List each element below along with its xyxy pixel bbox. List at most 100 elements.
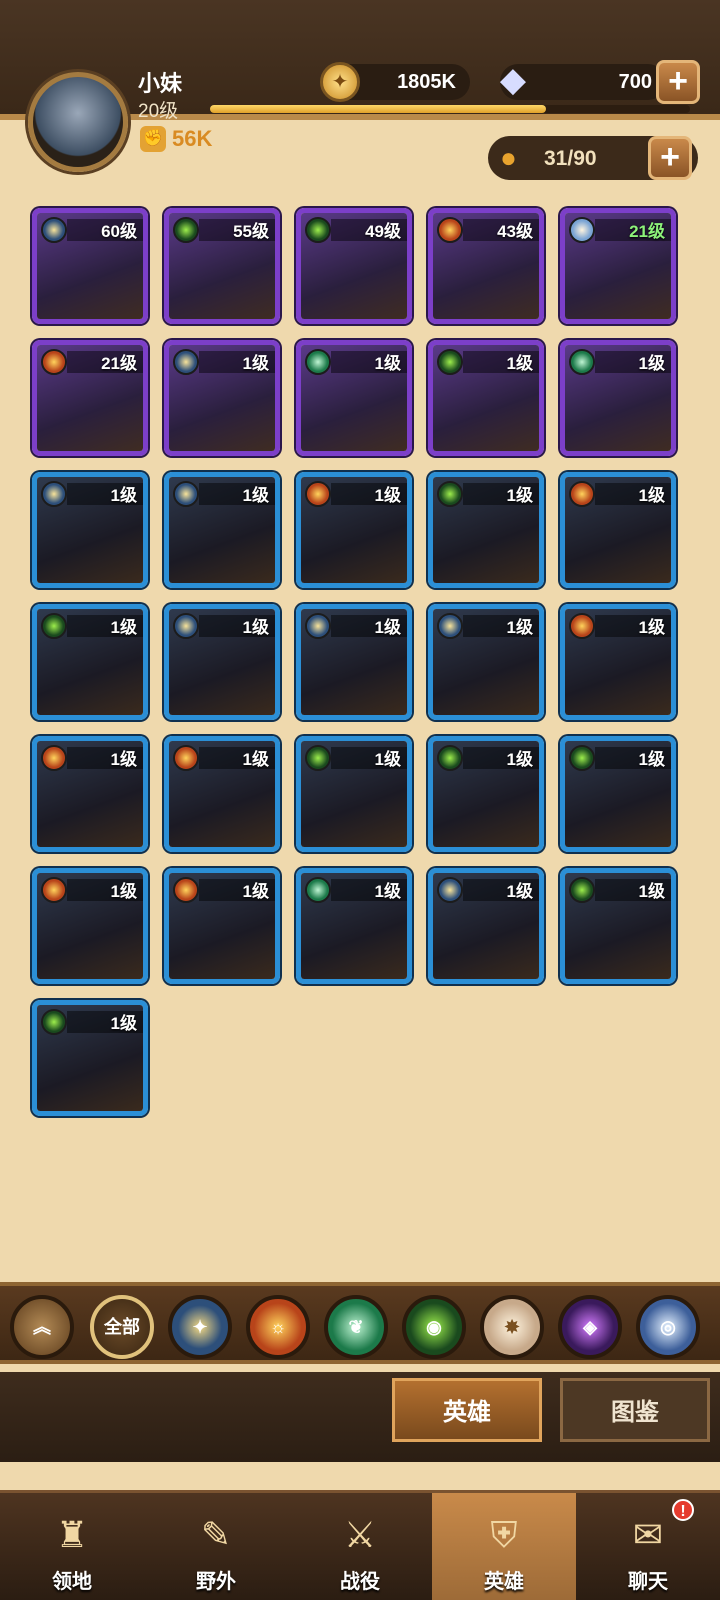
nav-heroes[interactable]: ⛨ 英雄 (432, 1493, 576, 1600)
hero-level: 21级 (101, 354, 137, 373)
hero-level: 1级 (110, 486, 137, 505)
nature-faction-icon[interactable]: ❦ (324, 1295, 388, 1359)
hero-level: 1级 (110, 618, 137, 637)
hero-level: 1级 (506, 486, 533, 505)
hero-card[interactable]: 1级 (32, 1000, 148, 1116)
hero-card[interactable]: 49级 (296, 208, 412, 324)
hero-level: 1级 (242, 618, 269, 637)
hero-card[interactable]: 1级 (428, 604, 544, 720)
dark-faction-icon[interactable]: ◈ (558, 1295, 622, 1359)
castle-icon: ♜ (55, 1514, 89, 1555)
hero-level: 1级 (374, 618, 401, 637)
hero-level: 55级 (233, 222, 269, 241)
forest-faction-icon (41, 613, 67, 639)
forest-faction-icon (41, 1009, 67, 1035)
hero-level: 1级 (638, 486, 665, 505)
hero-card[interactable]: 1级 (164, 340, 280, 456)
hero-card[interactable]: 1级 (296, 340, 412, 456)
helmet-icon: ⛨ (490, 1514, 518, 1555)
fist-icon: ✊ (140, 126, 166, 152)
filter-all-label: 全部 (104, 1317, 140, 1337)
hero-level: 21级 (629, 222, 665, 241)
hero-card[interactable]: 60级 (32, 208, 148, 324)
hero-card[interactable]: 1级 (164, 604, 280, 720)
power-display: ✊ 56K (140, 126, 212, 152)
hero-level: 43级 (497, 222, 533, 241)
hero-card[interactable]: 55级 (164, 208, 280, 324)
xp-bar (210, 105, 690, 113)
light-faction-icon (41, 481, 67, 507)
hero-card[interactable]: 1级 (32, 868, 148, 984)
hero-card[interactable]: 1级 (428, 868, 544, 984)
hero-card[interactable]: 1级 (32, 736, 148, 852)
light-faction-icon (41, 217, 67, 243)
hero-card[interactable]: 1级 (32, 604, 148, 720)
hero-card[interactable]: 1级 (296, 604, 412, 720)
forest-faction-icon (437, 349, 463, 375)
hero-card[interactable]: 1级 (560, 868, 676, 984)
player-avatar[interactable] (28, 72, 128, 172)
light-faction-icon (305, 613, 331, 639)
hero-level: 1级 (374, 354, 401, 373)
celestial-faction-icon[interactable]: ✸ (480, 1295, 544, 1359)
forest-faction-icon (569, 877, 595, 903)
hero-level: 1级 (506, 882, 533, 901)
fortress-faction-icon (305, 481, 331, 507)
expand-capacity-button[interactable]: + (648, 136, 692, 180)
add-diamonds-button[interactable]: + (656, 60, 700, 104)
person-icon: ● (500, 142, 517, 173)
hero-card[interactable]: 1级 (32, 472, 148, 588)
xp-fill (210, 105, 546, 113)
nav-territory-label: 领地 (52, 1571, 92, 1593)
hero-level: 1级 (638, 354, 665, 373)
hero-level: 1级 (506, 618, 533, 637)
hero-card[interactable]: 1级 (428, 472, 544, 588)
nav-campaign-label: 战役 (340, 1571, 380, 1593)
hero-card[interactable]: 21级 (560, 208, 676, 324)
fortress-faction-icon[interactable]: ☼ (246, 1295, 310, 1359)
hero-card[interactable]: 43级 (428, 208, 544, 324)
hero-card[interactable]: 1级 (164, 868, 280, 984)
forest-faction-icon[interactable]: ◉ (402, 1295, 466, 1359)
filter-all-button[interactable]: 全部 (90, 1295, 154, 1359)
hero-card[interactable]: 1级 (560, 340, 676, 456)
light-faction-icon[interactable]: ✦ (168, 1295, 232, 1359)
forest-faction-icon (569, 745, 595, 771)
hero-card[interactable]: 1级 (428, 340, 544, 456)
collapse-filter-button[interactable]: ︽ (10, 1295, 74, 1359)
nav-campaign[interactable]: ⚔ 战役 (288, 1493, 432, 1600)
nav-chat[interactable]: ✉ 聊天 ! (576, 1493, 720, 1600)
hero-card[interactable]: 1级 (164, 472, 280, 588)
hero-level: 1级 (374, 486, 401, 505)
hero-card[interactable]: 1级 (560, 736, 676, 852)
hero-card[interactable]: 1级 (296, 868, 412, 984)
nav-chat-label: 聊天 (628, 1571, 668, 1593)
hero-card[interactable]: 1级 (164, 736, 280, 852)
nature-faction-icon (305, 349, 331, 375)
light-faction-icon (437, 613, 463, 639)
hero-level: 49级 (365, 222, 401, 241)
nav-heroes-label: 英雄 (484, 1571, 524, 1593)
tab-heroes[interactable]: 英雄 (392, 1378, 542, 1442)
mechanical-faction-icon[interactable]: ◎ (636, 1295, 700, 1359)
nav-territory[interactable]: ♜ 领地 (0, 1493, 144, 1600)
hero-card[interactable]: 21级 (32, 340, 148, 456)
forest-faction-icon (305, 217, 331, 243)
fortress-faction-icon (41, 745, 67, 771)
celestial-faction-icon (569, 217, 595, 243)
hero-level: 1级 (506, 354, 533, 373)
hero-level: 1级 (242, 354, 269, 373)
player-level: 20级 (138, 101, 179, 122)
hero-card[interactable]: 1级 (428, 736, 544, 852)
hero-card[interactable]: 1级 (560, 472, 676, 588)
hero-card[interactable]: 1级 (560, 604, 676, 720)
chevron-up-icon: ︽ (33, 1317, 51, 1337)
tab-codex[interactable]: 图鉴 (560, 1378, 710, 1442)
hero-card[interactable]: 1级 (296, 736, 412, 852)
scroll-map-icon: ✎ (200, 1514, 232, 1555)
hero-capacity-value: 31/90 (544, 147, 597, 170)
hero-card[interactable]: 1级 (296, 472, 412, 588)
nav-wild[interactable]: ✎ 野外 (144, 1493, 288, 1600)
hero-level: 1级 (242, 486, 269, 505)
hero-level: 1级 (506, 750, 533, 769)
